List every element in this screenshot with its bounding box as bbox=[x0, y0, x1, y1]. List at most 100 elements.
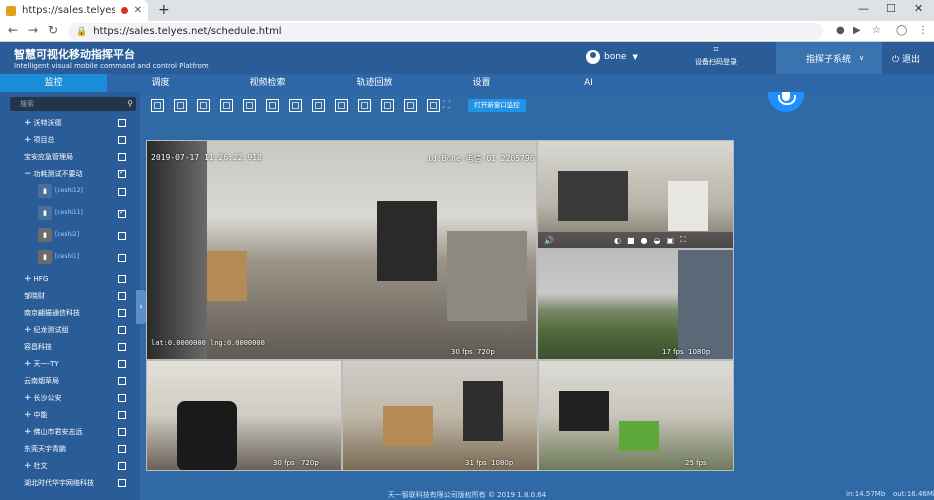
mute-icon[interactable]: ◒ bbox=[654, 236, 661, 245]
video-tile-bottom-right[interactable]: 25 fps bbox=[538, 360, 734, 471]
search-icon[interactable]: ⚲ bbox=[127, 97, 133, 111]
tree-item[interactable]: + 天一-TY bbox=[24, 357, 59, 371]
tree-checkbox[interactable] bbox=[118, 445, 126, 453]
new-tab-button[interactable]: + bbox=[158, 2, 170, 18]
tab-ai[interactable]: AI bbox=[535, 74, 642, 92]
maximize-icon[interactable]: ☐ bbox=[886, 2, 896, 15]
layout-grid-icon[interactable] bbox=[335, 99, 348, 112]
video-tile-mid-right[interactable]: 17 fps 1080p bbox=[537, 249, 734, 360]
tree-checkbox[interactable] bbox=[118, 292, 126, 300]
collapse-sidebar-icon[interactable]: ‹ bbox=[136, 290, 146, 324]
device-icon[interactable]: ▮ bbox=[38, 206, 52, 220]
forward-icon[interactable]: → bbox=[28, 23, 38, 37]
tree-checkbox[interactable] bbox=[118, 208, 126, 218]
tab-monitor[interactable]: 监控 bbox=[0, 74, 107, 92]
tree-checkbox[interactable] bbox=[118, 377, 126, 385]
layout-grid-icon[interactable] bbox=[312, 99, 325, 112]
tree-checkbox[interactable] bbox=[118, 428, 126, 436]
collapse-icon[interactable]: − bbox=[24, 169, 32, 179]
tree-checkbox[interactable] bbox=[118, 119, 126, 127]
layout-grid-icon[interactable] bbox=[220, 99, 233, 112]
expand-icon[interactable]: + bbox=[24, 325, 32, 335]
expand-icon[interactable]: + bbox=[24, 135, 32, 145]
reload-icon[interactable]: ↻ bbox=[48, 23, 58, 37]
tree-item[interactable]: 云南烟草局 bbox=[24, 374, 59, 388]
expand-icon[interactable]: + bbox=[24, 118, 32, 128]
close-tab-icon[interactable]: ✕ bbox=[134, 5, 142, 16]
layout-grid-icon[interactable] bbox=[427, 99, 440, 112]
tree-item[interactable]: + 项目总 bbox=[24, 133, 55, 147]
layout-grid-icon[interactable] bbox=[151, 99, 164, 112]
video-tile-top-right[interactable]: 🔊 ◐ ■ ● ◒ ▣ ⛶ bbox=[537, 140, 734, 249]
tree-checkbox[interactable] bbox=[118, 326, 126, 334]
tree-item[interactable]: + 佛山市君安志远 bbox=[24, 425, 83, 439]
video-tile-bottom-mid[interactable]: 31 fps 1080p bbox=[342, 360, 538, 471]
record-icon[interactable]: ● bbox=[641, 236, 648, 245]
tree-checkbox[interactable] bbox=[118, 188, 126, 196]
speaker-icon[interactable]: 🔊 bbox=[544, 236, 554, 245]
logout-button[interactable]: ⏻ 退出 bbox=[892, 52, 920, 65]
snapshot-icon[interactable]: ▣ bbox=[666, 236, 674, 245]
layout-grid-icon[interactable] bbox=[174, 99, 187, 112]
tree-checkbox[interactable] bbox=[118, 343, 126, 351]
tree-checkbox[interactable] bbox=[118, 232, 126, 240]
device-label[interactable]: [ceshi11] bbox=[55, 209, 83, 216]
expand-icon[interactable]: + bbox=[24, 359, 32, 369]
fullscreen-icon[interactable]: ⛶ bbox=[443, 100, 450, 111]
qr-login-button[interactable]: ⌗ 设备扫码登录 bbox=[688, 45, 744, 67]
url-input[interactable]: 🔒 https://sales.telyes.net/schedule.html bbox=[68, 23, 823, 40]
tree-item[interactable]: − 功耗测试不要动 bbox=[24, 167, 83, 181]
minimize-icon[interactable]: — bbox=[858, 2, 869, 15]
device-label[interactable]: [ceshi12] bbox=[55, 187, 83, 194]
browser-tab[interactable]: https://sales.telyes.net/sch ✕ bbox=[0, 0, 148, 21]
tree-item[interactable]: + 纪龙测试组 bbox=[24, 323, 69, 337]
device-icon[interactable]: ▮ bbox=[38, 250, 52, 264]
open-new-window-button[interactable]: 打开新窗口监控 bbox=[468, 99, 526, 112]
video-tile-main[interactable]: 2019-07-17 11:26:22.918 id:Bone-电信-01 22… bbox=[146, 140, 537, 360]
tree-item[interactable]: 容昌科技 bbox=[24, 340, 52, 354]
tree-checkbox[interactable] bbox=[118, 136, 126, 144]
star-icon[interactable]: ☆ bbox=[872, 25, 881, 36]
tree-checkbox[interactable] bbox=[118, 275, 126, 283]
tree-checkbox[interactable] bbox=[118, 153, 126, 161]
tree-item[interactable]: + 中能 bbox=[24, 408, 48, 422]
tree-checkbox[interactable] bbox=[118, 309, 126, 317]
tree-item[interactable]: 宝安应急管理局 bbox=[24, 150, 73, 164]
search-input[interactable]: 搜索 ⚲ bbox=[10, 97, 136, 111]
expand-icon[interactable]: + bbox=[24, 274, 32, 284]
expand-icon[interactable]: + bbox=[24, 393, 32, 403]
tab-dispatch[interactable]: 调度 bbox=[107, 74, 214, 92]
menu-icon[interactable]: ⋮ bbox=[918, 25, 928, 36]
layout-grid-icon[interactable] bbox=[266, 99, 279, 112]
tree-item[interactable]: + 沃特沃德 bbox=[24, 116, 62, 130]
camera-icon[interactable]: ● bbox=[836, 25, 845, 36]
tree-item[interactable]: + HFG bbox=[24, 272, 48, 286]
tree-item[interactable]: 湖北时代华宇网络科技 bbox=[24, 476, 94, 490]
expand-icon[interactable]: + bbox=[24, 427, 32, 437]
layout-grid-icon[interactable] bbox=[358, 99, 371, 112]
tab-settings[interactable]: 设置 bbox=[428, 74, 535, 92]
back-icon[interactable]: ← bbox=[8, 23, 18, 37]
tree-item[interactable]: 南京翩猫通信科技 bbox=[24, 306, 80, 320]
layout-grid-icon[interactable] bbox=[381, 99, 394, 112]
device-label[interactable]: [ceshi1] bbox=[55, 253, 79, 260]
tree-item[interactable]: + 杜文 bbox=[24, 459, 48, 473]
tree-checkbox[interactable] bbox=[118, 254, 126, 262]
command-system-dropdown[interactable]: 指挥子系统 ∨ bbox=[776, 42, 882, 74]
tree-checkbox[interactable] bbox=[118, 168, 126, 178]
layout-grid-icon[interactable] bbox=[197, 99, 210, 112]
tree-checkbox[interactable] bbox=[118, 479, 126, 487]
device-label[interactable]: [ceshi2] bbox=[55, 231, 79, 238]
user-menu[interactable]: bone ▼ bbox=[586, 50, 638, 64]
tree-item[interactable]: 东莞天宇青鹏 bbox=[24, 442, 66, 456]
expand-icon[interactable]: + bbox=[24, 461, 32, 471]
video-icon[interactable]: ▶ bbox=[853, 25, 861, 36]
tree-checkbox[interactable] bbox=[118, 462, 126, 470]
tree-checkbox[interactable] bbox=[118, 411, 126, 419]
layout-grid-icon[interactable] bbox=[404, 99, 417, 112]
layout-grid-icon[interactable] bbox=[243, 99, 256, 112]
device-icon[interactable]: ▮ bbox=[38, 184, 52, 198]
close-window-icon[interactable]: ✕ bbox=[914, 2, 923, 15]
mic-icon[interactable]: ◐ bbox=[614, 236, 621, 245]
tree-checkbox[interactable] bbox=[118, 394, 126, 402]
